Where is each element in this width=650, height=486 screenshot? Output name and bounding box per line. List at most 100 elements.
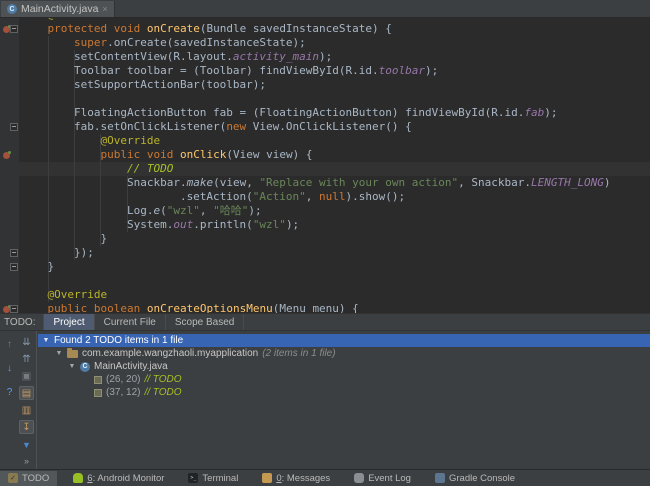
tree-row-found-summary[interactable]: ▼ Found 2 TODO items in 1 file (38, 334, 650, 347)
code-line[interactable]: @Override (0, 288, 650, 302)
chevron-down-icon[interactable]: ▼ (68, 363, 76, 370)
code-line-caret[interactable]: // TODO (0, 162, 650, 176)
code-token: "哈哈" (213, 204, 248, 217)
filter-todo-button[interactable]: ▼ (19, 438, 34, 452)
fold-marker-icon[interactable] (10, 249, 18, 257)
tab-current-file[interactable]: Current File (94, 314, 165, 330)
tab-project[interactable]: Project (43, 314, 93, 330)
statusbar-gradle-console[interactable]: Gradle Console (427, 471, 523, 486)
fold-marker-icon[interactable] (10, 25, 18, 33)
statusbar-item-label: 6: Android Monitor (87, 473, 164, 484)
code-line[interactable]: public void onClick(View view) { (0, 148, 650, 162)
statusbar-todo-toggle[interactable]: ✓ TODO (0, 471, 57, 486)
code-token: out (173, 218, 193, 231)
code-token: .setAction( (21, 190, 253, 203)
override-marker-icon[interactable] (3, 26, 10, 33)
override-marker-icon[interactable] (3, 306, 10, 313)
statusbar-event-log[interactable]: Event Log (346, 471, 419, 486)
statusbar-android-monitor[interactable]: 6: Android Monitor (65, 471, 172, 486)
todo-panel-title: TODO: (0, 317, 43, 328)
code-line[interactable]: } (0, 260, 650, 274)
autoscroll-to-source-button[interactable]: ↧ (19, 420, 34, 434)
chevron-down-icon[interactable]: ▼ (42, 337, 50, 344)
code-token: activity_main (233, 50, 319, 63)
fold-marker-icon[interactable] (10, 123, 18, 131)
code-line[interactable]: System.out.println("wzl"); (0, 218, 650, 232)
code-token: ); (319, 50, 332, 63)
tree-row-label: com.example.wangzhaoli.myapplication (82, 348, 258, 359)
previous-todo-button[interactable]: ↑ (2, 337, 17, 351)
code-line[interactable] (0, 274, 650, 288)
code-token (21, 148, 100, 161)
code-line[interactable]: }); (0, 246, 650, 260)
code-token (21, 162, 127, 175)
code-token (173, 148, 180, 161)
code-line[interactable]: Snackbar.make(view, "Replace with your o… (0, 176, 650, 190)
code-line[interactable]: Log.e("wzl", "哈哈"); (0, 204, 650, 218)
editor-tab-mainactivity[interactable]: C MainActivity.java × (1, 1, 115, 17)
override-marker-icon[interactable] (3, 152, 10, 159)
todo-item-icon (94, 389, 102, 397)
code-token: new (226, 120, 246, 133)
code-token: fab.setOnClickListener( (21, 120, 226, 133)
code-line[interactable]: .setAction("Action", null).show(); (0, 190, 650, 204)
code-token (140, 302, 147, 313)
code-token: (Menu menu) { (273, 302, 359, 313)
code-token: }); (21, 246, 94, 259)
group-by-modules-button[interactable]: ▤ (19, 386, 34, 400)
code-area[interactable]: @Override protected void onCreate(Bundle… (0, 18, 650, 313)
tree-row-file[interactable]: ▼ C MainActivity.java (38, 360, 650, 373)
more-options-button[interactable]: » (19, 454, 34, 468)
code-token: FloatingActionButton fab = (FloatingActi… (21, 106, 524, 119)
code-line[interactable]: setContentView(R.layout.activity_main); (0, 50, 650, 64)
code-line[interactable]: setSupportActionBar(toolbar); (0, 78, 650, 92)
editor-tab-bar: C MainActivity.java × (0, 0, 650, 18)
code-token: super (74, 36, 107, 49)
flatten-packages-button[interactable]: ▥ (19, 403, 34, 417)
statusbar-messages[interactable]: 0: Messages (254, 471, 338, 486)
close-icon[interactable]: × (102, 5, 107, 14)
code-token (21, 36, 74, 49)
code-token: ).show(); (346, 190, 406, 203)
code-line[interactable]: @Override (0, 134, 650, 148)
preview-source-button[interactable]: ▣ (19, 369, 34, 383)
code-token: Snackbar. (21, 176, 187, 189)
code-token: @Override (100, 134, 160, 147)
code-line[interactable]: fab.setOnClickListener(new View.OnClickL… (0, 120, 650, 134)
editor-tab-title: MainActivity.java (21, 3, 98, 15)
tree-row-count: (2 items in 1 file) (262, 348, 335, 359)
code-token: onCreateOptionsMenu (147, 302, 273, 313)
todo-icon: ✓ (8, 473, 18, 483)
code-token: setContentView(R.layout. (21, 50, 233, 63)
code-line[interactable]: super.onCreate(savedInstanceState); (0, 36, 650, 50)
todo-comment: // TODO (127, 162, 173, 175)
next-todo-button[interactable]: ↓ (2, 361, 17, 375)
statusbar-terminal[interactable]: >_ Terminal (180, 471, 246, 486)
code-line[interactable]: public boolean onCreateOptionsMenu(Menu … (0, 302, 650, 313)
code-line[interactable]: } (0, 232, 650, 246)
code-editor[interactable]: @Override protected void onCreate(Bundle… (0, 18, 650, 313)
code-token: (View view) { (226, 148, 312, 161)
code-line[interactable] (0, 92, 650, 106)
fold-marker-icon[interactable] (10, 305, 18, 313)
class-icon: C (7, 4, 17, 14)
collapse-all-button[interactable]: ⇈ (19, 352, 34, 366)
fold-marker-icon[interactable] (10, 263, 18, 271)
tree-row-todo-item[interactable]: (26, 20) // TODO (38, 373, 650, 386)
code-line[interactable]: protected void onCreate(Bundle savedInst… (0, 22, 650, 36)
statusbar-item-label: Gradle Console (449, 473, 515, 484)
tab-scope-based[interactable]: Scope Based (165, 314, 245, 330)
code-line[interactable]: Toolbar toolbar = (Toolbar) findViewById… (0, 64, 650, 78)
help-button[interactable]: ? (2, 385, 17, 399)
code-token: toolbar (379, 64, 425, 77)
code-token: .println( (193, 218, 253, 231)
code-token: , Snackbar. (458, 176, 531, 189)
tree-row-package[interactable]: ▼ com.example.wangzhaoli.myapplication (… (38, 347, 650, 360)
expand-all-button[interactable]: ⇊ (19, 335, 34, 349)
code-token (140, 22, 147, 35)
code-line[interactable]: FloatingActionButton fab = (FloatingActi… (0, 106, 650, 120)
tree-row-todo-item[interactable]: (37, 12) // TODO (38, 386, 650, 399)
chevron-down-icon[interactable]: ▼ (55, 350, 63, 357)
todo-item-icon (94, 376, 102, 384)
code-token: boolean (94, 302, 140, 313)
